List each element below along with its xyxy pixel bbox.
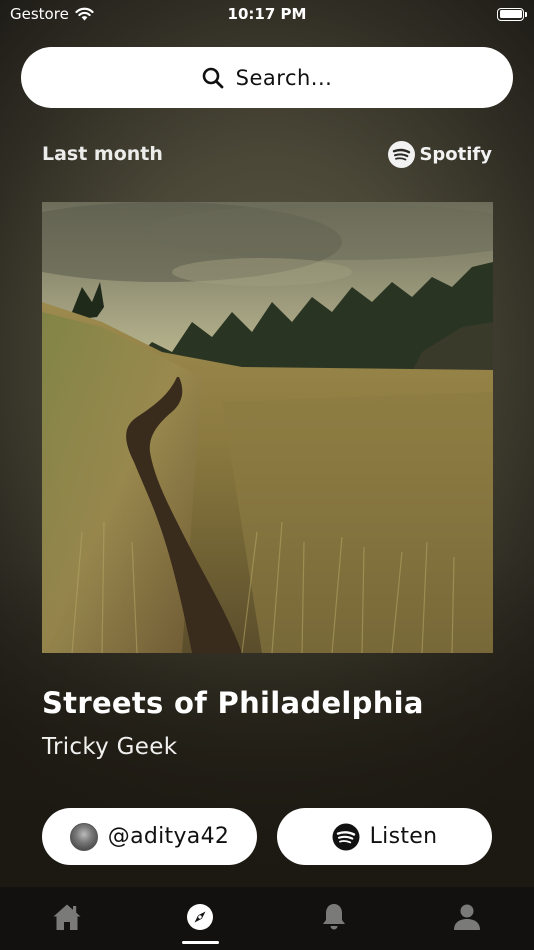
bell-icon <box>322 904 345 930</box>
search-placeholder: Search... <box>235 65 333 90</box>
spotify-icon <box>332 823 360 850</box>
user-profile-button[interactable]: @aditya42 <box>42 808 257 865</box>
album-artwork[interactable] <box>42 202 493 653</box>
tab-notifications[interactable] <box>304 903 364 947</box>
battery-icon <box>497 7 527 21</box>
battery-level <box>499 10 522 18</box>
tab-bar <box>0 887 534 950</box>
search-icon <box>202 67 224 88</box>
carrier-name: Gestore <box>10 5 69 23</box>
section-title: Last month <box>42 143 163 165</box>
tab-explore[interactable] <box>170 903 230 947</box>
compass-icon <box>187 904 214 930</box>
home-icon <box>53 904 81 930</box>
track-artist[interactable]: Tricky Geek <box>42 734 177 760</box>
tab-home[interactable] <box>37 903 97 947</box>
listen-button[interactable]: Listen <box>277 808 492 865</box>
spotify-logo: Spotify <box>388 141 492 168</box>
tab-profile[interactable] <box>437 903 497 947</box>
avatar <box>69 822 98 851</box>
tab-active-indicator <box>181 941 219 944</box>
wifi-icon <box>75 7 94 21</box>
user-handle: @aditya42 <box>107 824 230 849</box>
status-bar: Gestore 10:17 PM <box>0 0 534 28</box>
search-bar[interactable]: Search... <box>21 47 513 108</box>
track-title: Streets of Philadelphia <box>42 686 424 720</box>
meadow-landscape-image <box>42 202 493 653</box>
listen-label: Listen <box>369 824 438 849</box>
status-left: Gestore <box>10 5 94 23</box>
person-icon <box>454 904 481 930</box>
spotify-wordmark: Spotify <box>419 144 492 165</box>
spotify-icon <box>388 141 416 168</box>
